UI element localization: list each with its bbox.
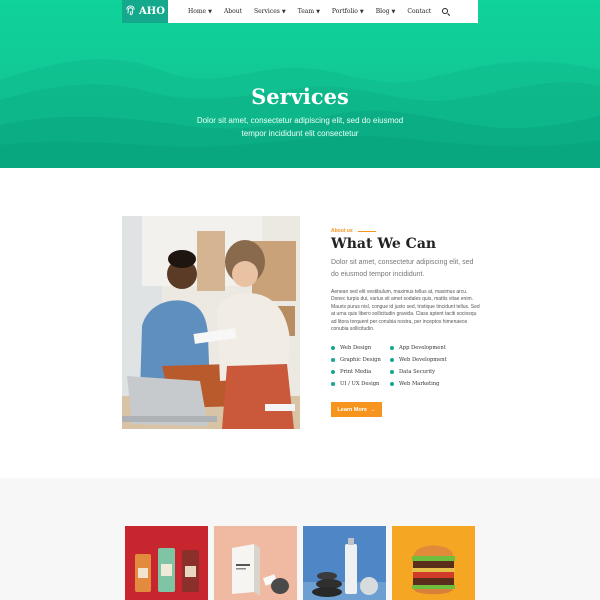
menu-label: Contact — [407, 8, 432, 15]
service-label: Web Development — [399, 356, 447, 363]
menu-item-team[interactable]: Team ▼ — [292, 8, 326, 15]
brochure-mockup-image — [214, 526, 297, 600]
portfolio-item-cosmetics[interactable] — [303, 526, 386, 600]
portfolio-item-coffee-bags[interactable] — [125, 526, 208, 600]
hero-banner: Services Dolor sit amet, consectetur adi… — [0, 0, 600, 168]
caret-down-icon: ▼ — [281, 8, 286, 15]
menu-item-home[interactable]: Home ▼ — [182, 8, 218, 15]
top-navbar: AHO Home ▼ About Services ▼ Team ▼ Portfoli… — [122, 0, 478, 23]
site-logo[interactable]: AHO — [122, 0, 168, 23]
service-label: UI / UX Design — [340, 381, 380, 388]
caret-down-icon: ▼ — [316, 8, 320, 15]
caret-down-icon: ▼ — [359, 8, 364, 15]
fingerprint-logo-icon — [125, 4, 136, 19]
service-item: Web Development — [390, 356, 470, 363]
hero-subtitle: Dolor sit amet, consectetur adipiscing e… — [196, 116, 404, 138]
menu-label: Portfolio — [331, 8, 358, 15]
bullet-dot-icon — [390, 357, 394, 362]
main-menu: Home ▼ About Services ▼ Team ▼ Portfolio ▼ B… — [182, 7, 451, 17]
service-item: Web Design — [331, 344, 390, 351]
bullet-dot-icon — [390, 370, 394, 375]
bullet-dot-icon — [331, 345, 335, 350]
service-label: Web Marketing — [399, 381, 440, 388]
eyebrow-line — [357, 230, 376, 232]
coffee-bags-image — [125, 526, 208, 600]
section-eyebrow: About us — [331, 228, 376, 234]
eyebrow-label: About us — [331, 228, 353, 234]
button-label: Learn More — [337, 406, 368, 413]
office-scene-illustration — [122, 216, 300, 429]
bullet-dot-icon — [390, 382, 394, 387]
learn-more-button[interactable]: Learn More → — [331, 402, 382, 417]
section-lead: Dolor sit amet, consectetur adipiscing e… — [331, 259, 474, 278]
menu-item-blog[interactable]: Blog ▼ — [370, 8, 402, 15]
bullet-dot-icon — [331, 382, 335, 387]
services-list: Web Design App Development Graphic Desig… — [331, 344, 481, 388]
menu-item-services[interactable]: Services ▼ — [248, 8, 292, 15]
service-label: Web Design — [340, 344, 372, 351]
logo-text: AHO — [139, 6, 165, 17]
menu-label: Blog — [375, 8, 390, 15]
service-label: App Development — [399, 344, 446, 351]
service-item: Graphic Design — [331, 356, 390, 363]
bullet-dot-icon — [331, 370, 335, 375]
caret-down-icon: ▼ — [208, 8, 212, 15]
bullet-dot-icon — [390, 345, 394, 350]
menu-label: Services — [254, 8, 280, 15]
section-body: Aenean sed elit vestibulum, maximus tell… — [331, 289, 480, 333]
bullet-dot-icon — [331, 357, 335, 362]
menu-label: About — [223, 8, 243, 15]
arrow-right-icon: → — [370, 406, 376, 413]
service-item: Data Security — [390, 369, 470, 376]
menu-item-about[interactable]: About — [218, 8, 248, 15]
service-item: UI / UX Design — [331, 381, 390, 388]
service-item: Web Marketing — [390, 381, 470, 388]
section-title: What We Can — [331, 236, 437, 252]
team-photo — [122, 216, 300, 429]
service-label: Graphic Design — [340, 356, 381, 363]
burger-image — [392, 526, 475, 600]
menu-label: Team — [297, 8, 315, 15]
menu-item-contact[interactable]: Contact — [401, 8, 437, 15]
service-item: App Development — [390, 344, 470, 351]
menu-item-portfolio[interactable]: Portfolio ▼ — [326, 8, 370, 15]
page-title: Services — [251, 84, 349, 109]
search-icon[interactable] — [441, 7, 451, 17]
portfolio-strip — [0, 478, 600, 600]
portfolio-item-brochure[interactable] — [214, 526, 297, 600]
service-label: Data Security — [399, 369, 436, 376]
caret-down-icon: ▼ — [391, 8, 396, 15]
menu-label: Home — [188, 8, 207, 15]
service-label: Print Media — [340, 369, 372, 376]
cosmetics-bottle-image — [303, 526, 386, 600]
service-item: Print Media — [331, 369, 390, 376]
portfolio-item-burger[interactable] — [392, 526, 475, 600]
